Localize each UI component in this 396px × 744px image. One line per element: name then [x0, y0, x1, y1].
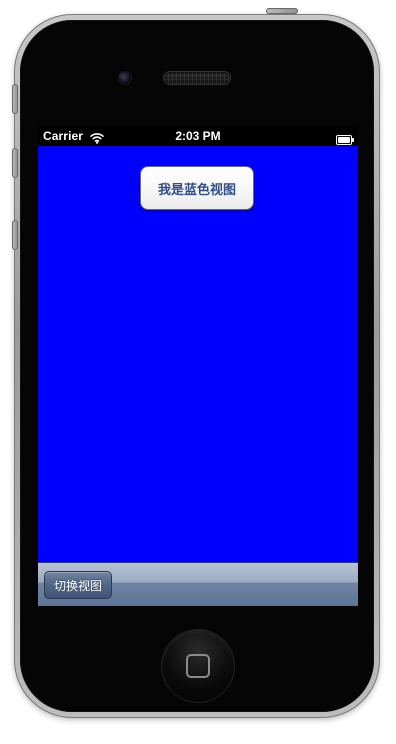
power-button	[266, 8, 298, 14]
home-button-icon[interactable]	[162, 630, 234, 702]
speaker-grille	[164, 72, 230, 84]
camera-icon	[119, 72, 131, 84]
home-square-icon	[186, 654, 210, 678]
battery-icon	[336, 131, 354, 145]
silent-switch	[12, 84, 18, 114]
status-time: 2:03 PM	[175, 129, 221, 143]
bottom-toolbar: 切换视图	[38, 562, 358, 606]
view-title-label: 我是蓝色视图	[157, 182, 236, 198]
switch-view-button[interactable]: 切换视图	[44, 571, 112, 599]
volume-down-button	[12, 220, 18, 250]
status-bar: Carrier 2:03 PM	[38, 126, 358, 146]
switch-view-label: 切换视图	[53, 578, 102, 593]
view-title-button[interactable]: 我是蓝色视图	[140, 166, 254, 210]
screen: Carrier 2:03 PM 我是蓝色视图 切换视图	[38, 126, 358, 606]
volume-up-button	[12, 148, 18, 178]
